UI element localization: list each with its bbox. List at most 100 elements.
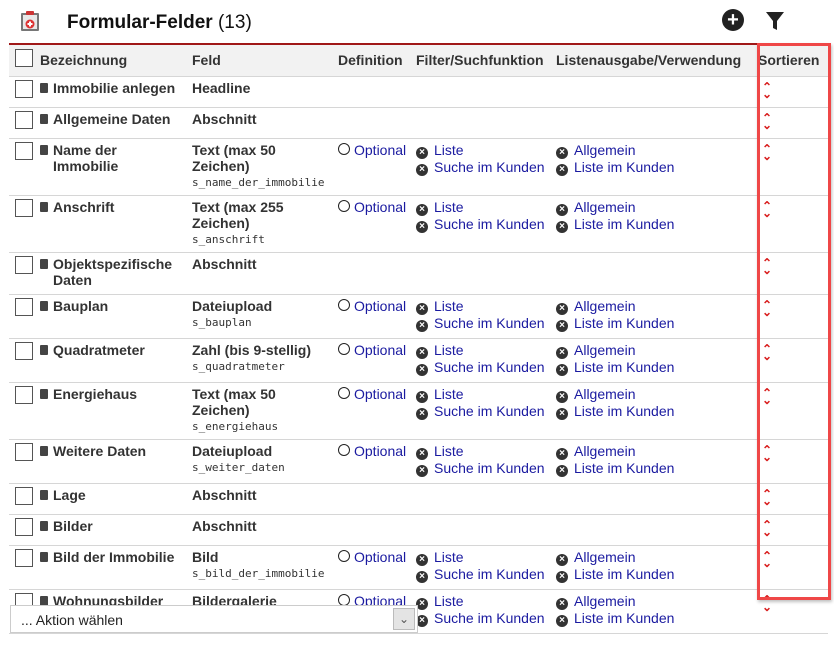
sort-handle-icon[interactable]: ⌃ ⌄ xyxy=(762,444,772,463)
row-checkbox[interactable] xyxy=(15,518,33,536)
listing-link[interactable]: Liste im Kunden xyxy=(574,610,674,626)
feld-cell: Abschnitt xyxy=(189,252,335,295)
sort-handle-icon[interactable]: ⌃ ⌄ xyxy=(762,594,772,613)
select-all-checkbox[interactable] xyxy=(15,49,33,67)
filter-link[interactable]: Liste xyxy=(434,443,464,459)
definition-link[interactable]: Optional xyxy=(354,142,406,158)
x-circle-icon: × xyxy=(416,554,428,566)
radio-icon[interactable] xyxy=(338,143,350,155)
filter-link[interactable]: Suche im Kunden xyxy=(434,315,545,331)
filter-link[interactable]: Suche im Kunden xyxy=(434,460,545,476)
field-code: s_quadratmeter xyxy=(192,360,285,373)
field-name[interactable]: Objektspezifische Daten xyxy=(53,256,186,288)
field-name[interactable]: Lage xyxy=(53,487,86,503)
definition-link[interactable]: Optional xyxy=(354,298,406,314)
col-sortieren[interactable]: Sortieren xyxy=(755,44,828,77)
row-checkbox[interactable] xyxy=(15,487,33,505)
document-icon xyxy=(40,552,48,562)
listing-link[interactable]: Allgemein xyxy=(574,386,635,402)
listing-link[interactable]: Liste im Kunden xyxy=(574,359,674,375)
field-name[interactable]: Name der Immobilie xyxy=(53,142,186,174)
listing-link[interactable]: Allgemein xyxy=(574,342,635,358)
listing-link[interactable]: Liste im Kunden xyxy=(574,403,674,419)
row-checkbox[interactable] xyxy=(15,386,33,404)
radio-icon[interactable] xyxy=(338,299,350,311)
field-name[interactable]: Bild der Immobilie xyxy=(53,549,174,565)
definition-link[interactable]: Optional xyxy=(354,199,406,215)
listing-link[interactable]: Liste im Kunden xyxy=(574,159,674,175)
sort-handle-icon[interactable]: ⌃ ⌄ xyxy=(762,143,772,162)
field-name[interactable]: Quadratmeter xyxy=(53,342,145,358)
col-feld[interactable]: Feld xyxy=(189,44,335,77)
row-checkbox[interactable] xyxy=(15,111,33,129)
row-checkbox[interactable] xyxy=(15,142,33,160)
sort-handle-icon[interactable]: ⌃ ⌄ xyxy=(762,387,772,406)
listing-link[interactable]: Allgemein xyxy=(574,142,635,158)
listing-link[interactable]: Liste im Kunden xyxy=(574,566,674,582)
listing-link[interactable]: Liste im Kunden xyxy=(574,460,674,476)
filter-link[interactable]: Liste xyxy=(434,142,464,158)
field-name[interactable]: Energiehaus xyxy=(53,386,137,402)
filter-link[interactable]: Suche im Kunden xyxy=(434,159,545,175)
filter-icon[interactable] xyxy=(765,11,785,31)
sort-handle-icon[interactable]: ⌃ ⌄ xyxy=(762,112,772,131)
chevron-down-icon[interactable]: ⌄ xyxy=(393,608,415,630)
sort-handle-icon[interactable]: ⌃ ⌄ xyxy=(762,81,772,100)
filter-link[interactable]: Suche im Kunden xyxy=(434,566,545,582)
listing-link[interactable]: Allgemein xyxy=(574,298,635,314)
listing-link[interactable]: Liste im Kunden xyxy=(574,216,674,232)
filter-link[interactable]: Liste xyxy=(434,593,464,609)
filter-link[interactable]: Suche im Kunden xyxy=(434,359,545,375)
sort-handle-icon[interactable]: ⌃ ⌄ xyxy=(762,299,772,318)
sort-handle-icon[interactable]: ⌃ ⌄ xyxy=(762,257,772,276)
filter-link[interactable]: Suche im Kunden xyxy=(434,610,545,626)
sort-handle-icon[interactable]: ⌃ ⌄ xyxy=(762,200,772,219)
filter-link[interactable]: Suche im Kunden xyxy=(434,216,545,232)
radio-icon[interactable] xyxy=(338,444,350,456)
row-checkbox[interactable] xyxy=(15,298,33,316)
row-checkbox[interactable] xyxy=(15,199,33,217)
row-checkbox[interactable] xyxy=(15,80,33,98)
row-checkbox[interactable] xyxy=(15,342,33,360)
sort-handle-icon[interactable]: ⌃ ⌄ xyxy=(762,519,772,538)
listing-link[interactable]: Allgemein xyxy=(574,549,635,565)
definition-link[interactable]: Optional xyxy=(354,549,406,565)
add-field-button[interactable]: + xyxy=(722,9,744,31)
radio-icon[interactable] xyxy=(338,387,350,399)
sort-handle-icon[interactable]: ⌃ ⌄ xyxy=(762,343,772,362)
row-checkbox[interactable] xyxy=(15,256,33,274)
row-checkbox[interactable] xyxy=(15,549,33,567)
definition-link[interactable]: Optional xyxy=(354,443,406,459)
filter-link[interactable]: Liste xyxy=(434,298,464,314)
sort-handle-icon[interactable]: ⌃ ⌄ xyxy=(762,550,772,569)
col-bezeichnung[interactable]: Bezeichnung xyxy=(37,44,189,77)
radio-icon[interactable] xyxy=(338,550,350,562)
col-liste[interactable]: Listenausgabe/Verwendung xyxy=(553,44,755,77)
action-select[interactable]: ... Aktion wählen ⌄ xyxy=(10,605,418,633)
filter-link[interactable]: Liste xyxy=(434,549,464,565)
listing-link[interactable]: Liste im Kunden xyxy=(574,315,674,331)
radio-icon[interactable] xyxy=(338,343,350,355)
filter-link[interactable]: Liste xyxy=(434,342,464,358)
col-filter[interactable]: Filter/Suchfunktion xyxy=(413,44,553,77)
field-name[interactable]: Anschrift xyxy=(53,199,114,215)
listing-link[interactable]: Allgemein xyxy=(574,199,635,215)
col-definition[interactable]: Definition xyxy=(335,44,413,77)
name-cell: Lage xyxy=(37,483,189,515)
field-name[interactable]: Bilder xyxy=(53,518,93,534)
filter-link[interactable]: Liste xyxy=(434,386,464,402)
field-name[interactable]: Bauplan xyxy=(53,298,108,314)
field-name[interactable]: Weitere Daten xyxy=(53,443,146,459)
radio-icon[interactable] xyxy=(338,200,350,212)
definition-link[interactable]: Optional xyxy=(354,386,406,402)
field-name[interactable]: Immobilie anlegen xyxy=(53,80,175,96)
sort-handle-icon[interactable]: ⌃ ⌄ xyxy=(762,488,772,507)
definition-link[interactable]: Optional xyxy=(354,342,406,358)
filter-link[interactable]: Liste xyxy=(434,199,464,215)
filter-cell: × Liste × Suche im Kunden xyxy=(413,138,553,196)
row-checkbox[interactable] xyxy=(15,443,33,461)
filter-link[interactable]: Suche im Kunden xyxy=(434,403,545,419)
field-name[interactable]: Allgemeine Daten xyxy=(53,111,170,127)
listing-link[interactable]: Allgemein xyxy=(574,593,635,609)
listing-link[interactable]: Allgemein xyxy=(574,443,635,459)
